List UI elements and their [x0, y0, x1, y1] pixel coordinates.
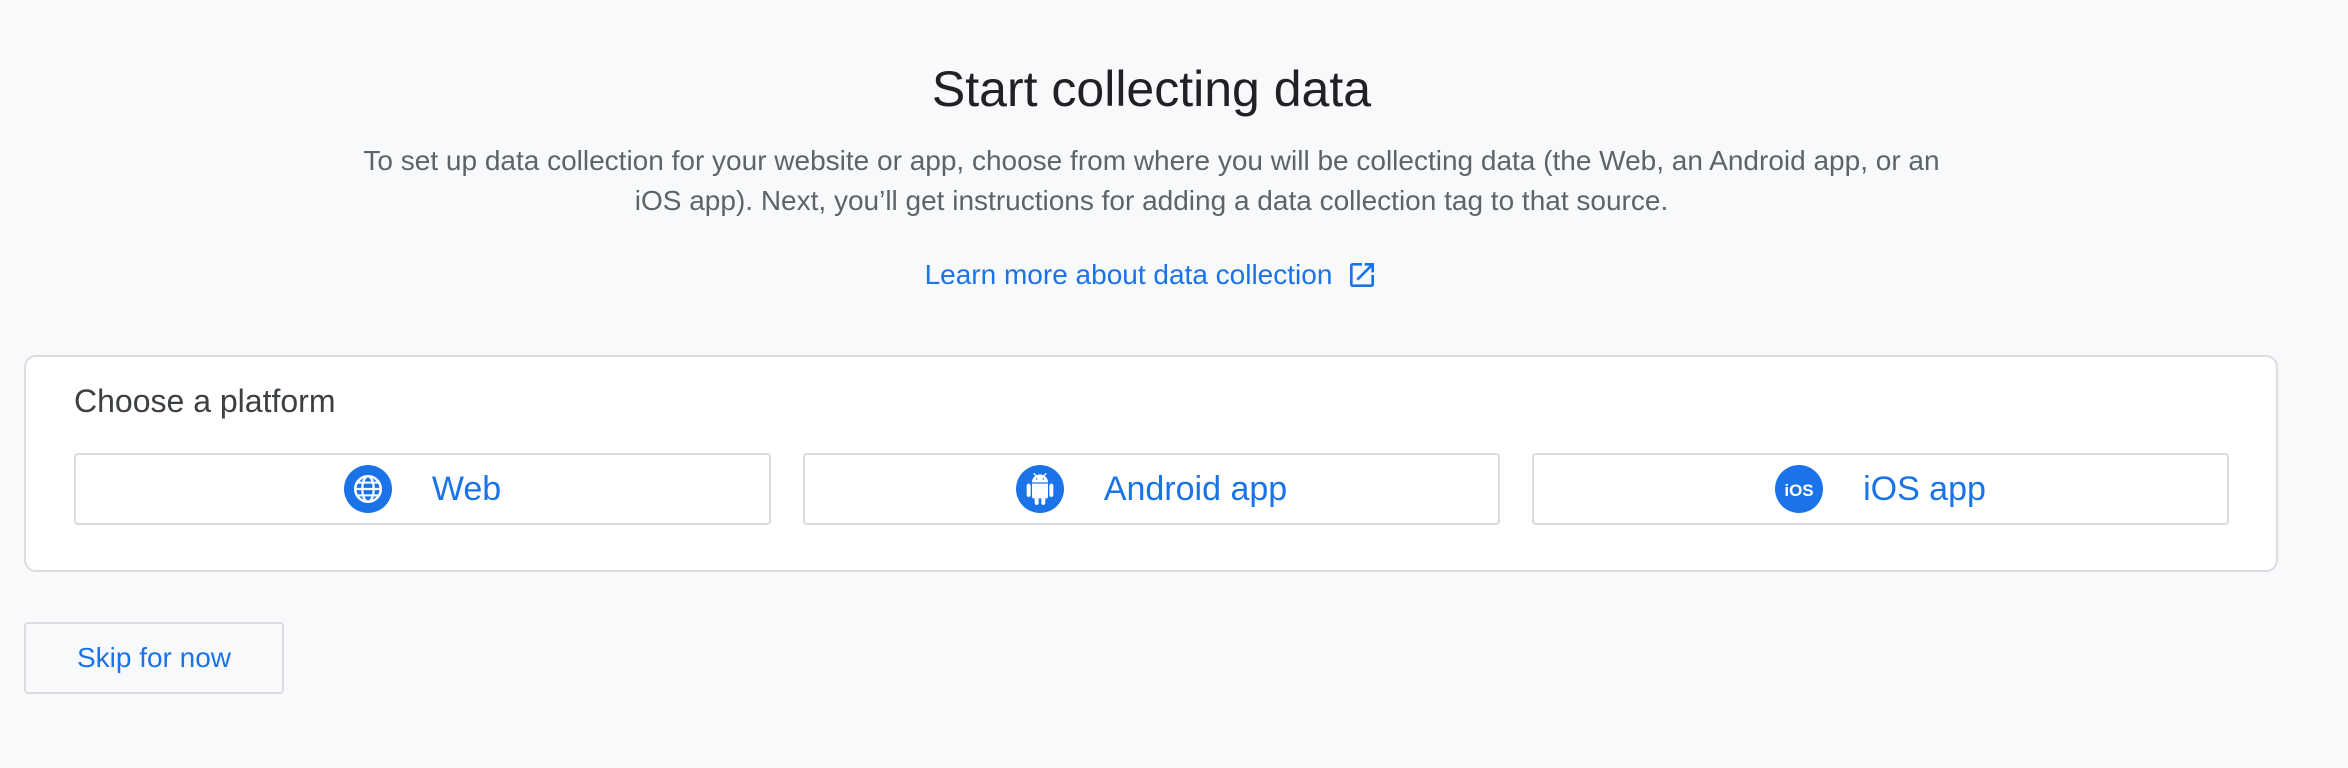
ios-platform-label: iOS app	[1863, 470, 1986, 508]
android-platform-label: Android app	[1103, 470, 1288, 508]
page-description: To set up data collection for your websi…	[363, 145, 1940, 216]
android-platform-button[interactable]: Android app	[803, 453, 1500, 525]
ios-icon: iOS	[1775, 465, 1824, 513]
page-title: Start collecting data	[931, 61, 1372, 117]
skip-for-now-button[interactable]: Skip for now	[24, 622, 284, 694]
svg-text:iOS: iOS	[1784, 481, 1813, 500]
web-platform-label: Web	[431, 470, 502, 508]
ios-platform-button[interactable]: iOS iOS app	[1532, 453, 2229, 525]
globe-icon	[343, 465, 392, 513]
web-platform-button[interactable]: Web	[74, 453, 771, 525]
learn-more-link[interactable]: Learn more about data collection	[0, 255, 2303, 295]
card-title: Choose a platform	[74, 383, 336, 419]
open-in-new-icon	[1346, 259, 1378, 291]
android-icon	[1015, 465, 1064, 513]
platform-card: Choose a platform Web Android app iOS iO…	[24, 355, 2278, 572]
learn-more-label: Learn more about data collection	[924, 259, 1333, 290]
